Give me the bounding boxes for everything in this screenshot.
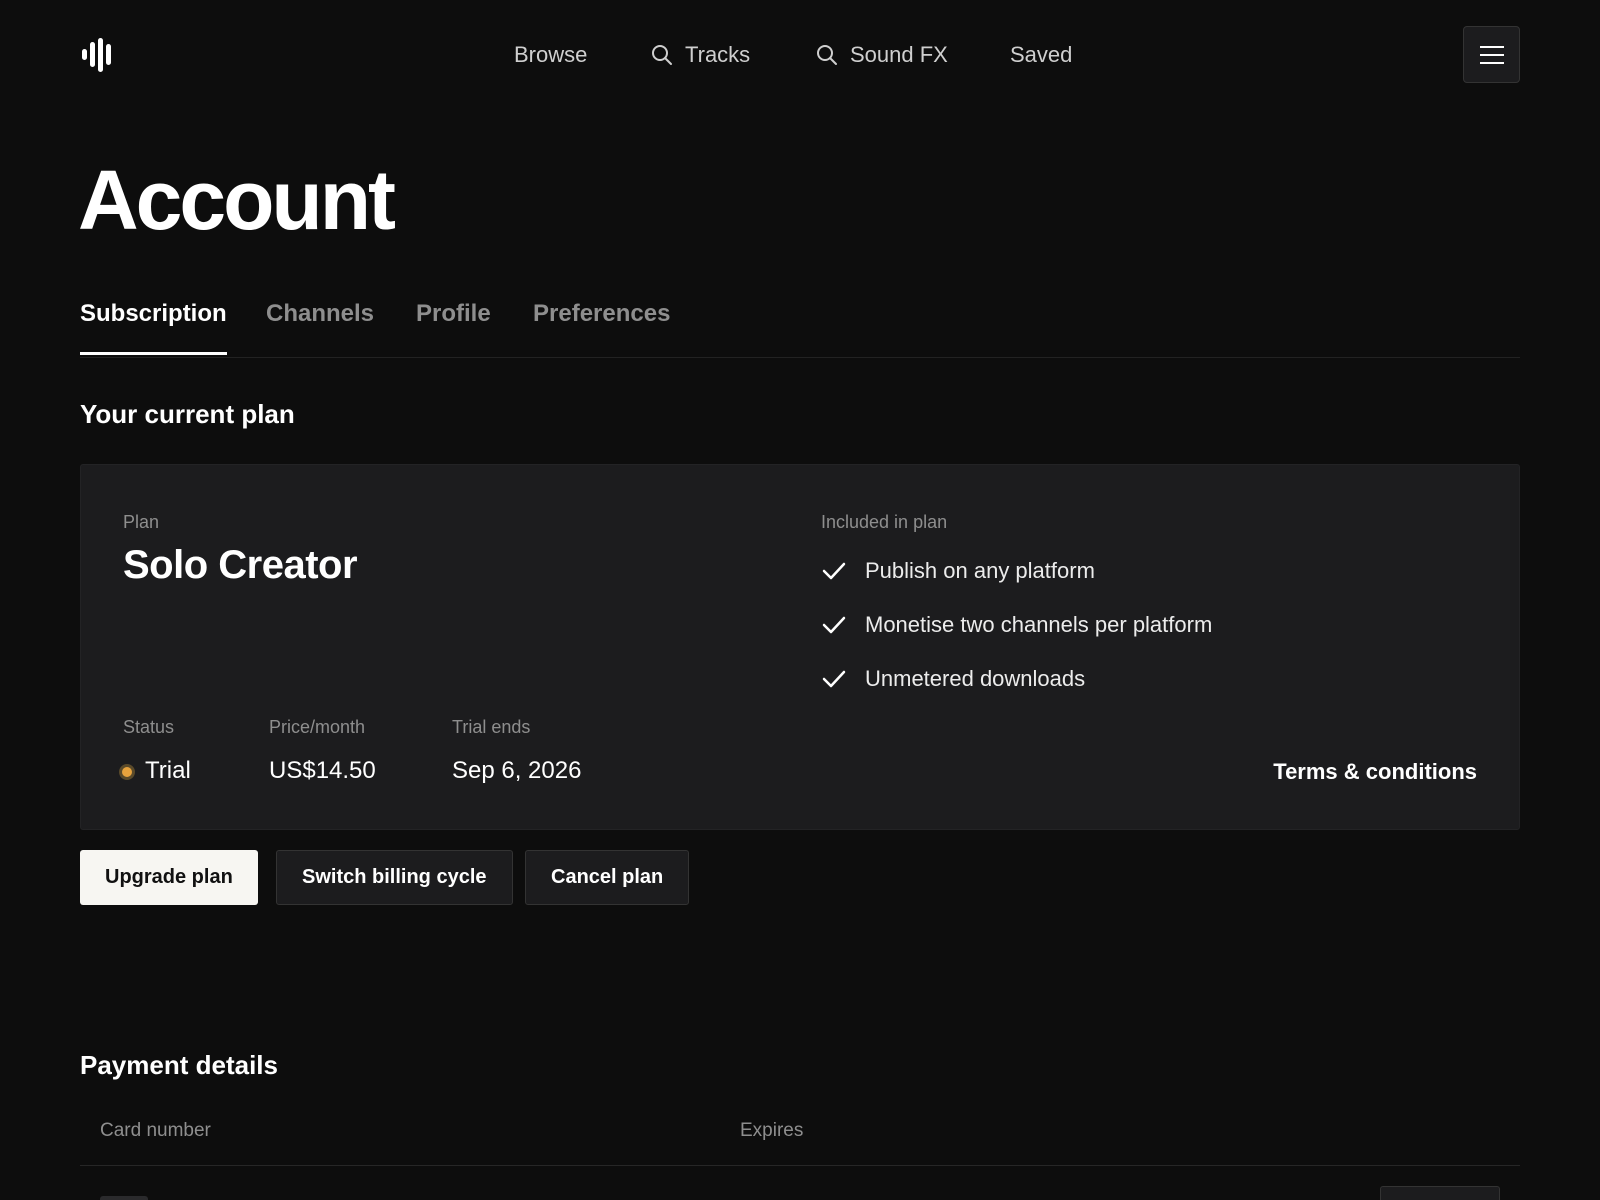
feature-item: Monetise two channels per platform	[821, 612, 1212, 638]
plan-name: Solo Creator	[123, 543, 358, 587]
nav-sound-fx-label: Sound FX	[850, 42, 948, 67]
cancel-plan-button[interactable]: Cancel plan	[525, 850, 690, 905]
tab-subscription[interactable]: Subscription	[80, 300, 227, 355]
feature-text: Monetise two channels per platform	[865, 612, 1213, 637]
tab-channels[interactable]: Channels	[266, 300, 374, 352]
account-page: Browse Tracks Sound FX Saved Account Sub…	[0, 0, 1600, 1200]
page-title: Account	[78, 153, 396, 247]
main-nav: Browse Tracks Sound FX Saved	[0, 38, 1600, 72]
status-label: Status	[123, 717, 175, 737]
nav-browse[interactable]: Browse	[514, 38, 587, 72]
upgrade-plan-button[interactable]: Upgrade plan	[80, 850, 258, 905]
payment-row-button[interactable]	[1380, 1186, 1500, 1200]
price-label: Price/month	[269, 717, 366, 737]
nav-tracks-label: Tracks	[685, 42, 751, 67]
current-plan-heading: Your current plan	[80, 399, 295, 429]
trial-ends-label: Trial ends	[452, 717, 531, 737]
included-label: Included in plan	[821, 512, 948, 532]
hamburger-menu-icon	[1479, 45, 1504, 64]
search-icon	[817, 45, 837, 65]
feature-item: Publish on any platform	[821, 558, 1095, 584]
feature-text: Unmetered downloads	[865, 666, 1086, 691]
account-tabs: Subscription Channels Profile Preference…	[80, 296, 1520, 358]
price-value: US$14.50	[269, 757, 376, 784]
plan-label: Plan	[123, 512, 160, 532]
checkmark-icon	[822, 670, 846, 688]
switch-billing-cycle-button[interactable]: Switch billing cycle	[276, 850, 513, 905]
card-brand-icon	[100, 1196, 148, 1200]
nav-browse-label: Browse	[514, 42, 588, 67]
feature-text: Publish on any platform	[865, 558, 1095, 583]
plan-card: Plan Solo Creator Included in plan Publi…	[80, 464, 1520, 830]
expires-header: Expires	[740, 1120, 804, 1141]
search-icon	[652, 45, 672, 65]
checkmark-icon	[822, 562, 846, 580]
nav-saved-label: Saved	[1010, 42, 1073, 67]
menu-button[interactable]	[1463, 26, 1520, 83]
status-dot-icon	[119, 763, 135, 780]
status-value: Trial	[119, 757, 191, 785]
nav-sound-fx[interactable]: Sound FX	[816, 38, 948, 72]
status-text: Trial	[145, 757, 191, 784]
card-number-header: Card number	[100, 1120, 211, 1141]
payment-details-heading: Payment details	[80, 1050, 278, 1080]
tab-profile[interactable]: Profile	[416, 300, 491, 352]
payment-table-header: Card number Expires	[80, 1108, 1520, 1166]
feature-item: Unmetered downloads	[821, 666, 1085, 692]
nav-saved[interactable]: Saved	[1010, 38, 1072, 72]
checkmark-icon	[822, 616, 846, 634]
tab-preferences[interactable]: Preferences	[533, 300, 670, 352]
top-nav-bar: Browse Tracks Sound FX Saved	[0, 0, 1600, 108]
trial-ends-value: Sep 6, 2026	[452, 757, 582, 784]
terms-link[interactable]: Terms & conditions	[1273, 759, 1477, 785]
nav-tracks[interactable]: Tracks	[651, 38, 750, 72]
